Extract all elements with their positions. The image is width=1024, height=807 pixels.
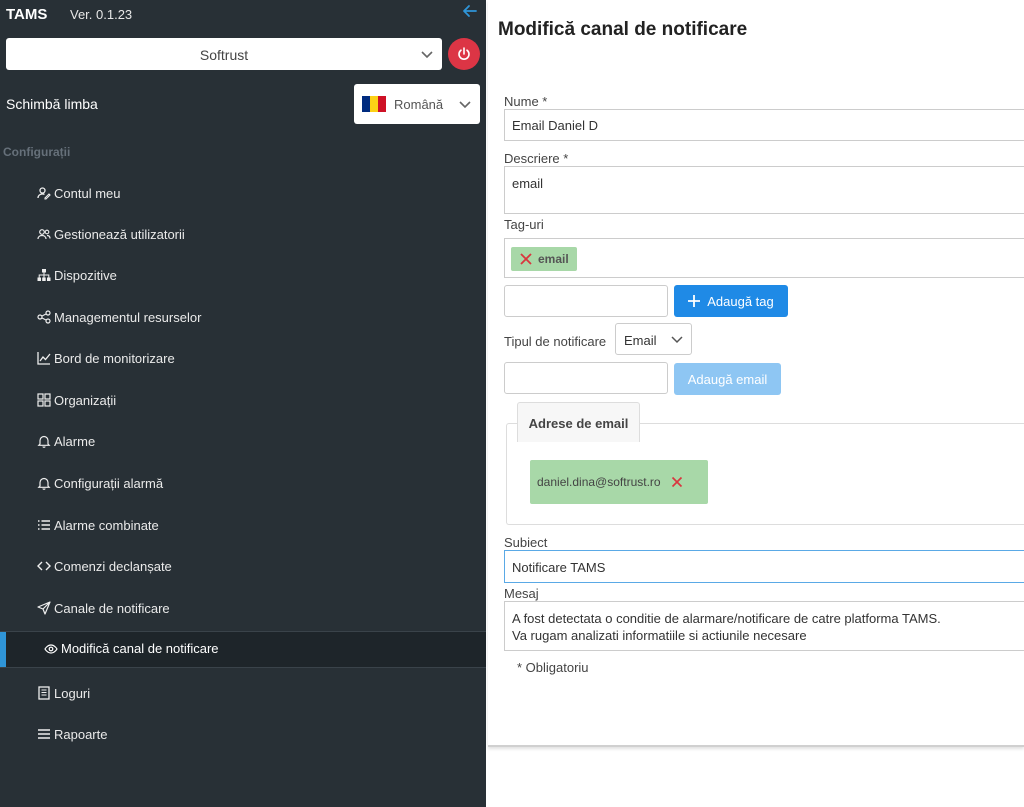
- sidebar-item-combined-alarms[interactable]: Alarme combinate: [37, 515, 159, 535]
- sidebar-item-manage-users[interactable]: Gestionează utilizatorii: [37, 224, 185, 244]
- sidebar-item-label: Organizații: [54, 392, 117, 408]
- sidebar-item-organizations[interactable]: Organizații: [37, 390, 116, 410]
- user-edit-icon: [37, 186, 51, 200]
- description-textarea[interactable]: email: [504, 166, 1024, 214]
- share-nodes-icon: [37, 310, 51, 324]
- chevron-down-icon: [671, 333, 683, 348]
- sidebar: TAMS Ver. 0.1.23 Softrust Schimbă limba …: [0, 0, 486, 807]
- sidebar-item-label: Comenzi declanșate: [54, 558, 172, 574]
- chart-line-icon: [37, 351, 51, 365]
- message-line: A fost detectata o conditie de alarmare/…: [512, 611, 941, 626]
- notification-type-select[interactable]: Email: [615, 323, 692, 355]
- add-email-label: Adaugă email: [687, 371, 768, 387]
- sidebar-item-triggered-commands[interactable]: Comenzi declanșate: [37, 556, 172, 576]
- description-label: Descriere *: [504, 151, 569, 166]
- sidebar-item-label: Dispozitive: [54, 267, 117, 283]
- active-indicator: [0, 632, 6, 667]
- email-address: daniel.dina@softrust.ro: [537, 475, 661, 489]
- add-email-button[interactable]: Adaugă email: [674, 363, 781, 395]
- message-label: Mesaj: [504, 586, 539, 601]
- users-icon: [37, 227, 51, 241]
- book-icon: [37, 686, 51, 700]
- sidebar-item-my-account[interactable]: Contul meu: [37, 183, 120, 203]
- app-version: Ver. 0.1.23: [70, 7, 133, 22]
- sidebar-item-label: Configurații alarmă: [54, 475, 164, 491]
- sitemap-icon: [37, 268, 51, 282]
- name-label: Nume *: [504, 94, 548, 109]
- sidebar-item-devices[interactable]: Dispozitive: [37, 265, 117, 285]
- sidebar-item-label: Rapoarte: [54, 726, 108, 742]
- message-textarea[interactable]: A fost detectata o conditie de alarmare/…: [504, 601, 1024, 651]
- send-icon: [37, 601, 51, 615]
- language-select[interactable]: Română: [354, 84, 480, 124]
- language-select-value: Română: [394, 97, 444, 112]
- sidebar-item-resources[interactable]: Managementul resurselor: [37, 307, 201, 327]
- collapse-sidebar-icon[interactable]: [461, 2, 479, 20]
- page-title: Modifică canal de notificare: [498, 19, 748, 40]
- notification-type-label: Tipul de notificare: [504, 334, 607, 349]
- code-icon: [37, 559, 51, 573]
- sidebar-item-logs[interactable]: Loguri: [37, 683, 90, 703]
- sidebar-item-label: Canale de notificare: [54, 600, 170, 616]
- add-tag-button[interactable]: Adaugă tag: [674, 285, 788, 317]
- remove-email-icon[interactable]: [671, 476, 683, 488]
- section-title-configurations: Configurații: [3, 145, 71, 159]
- power-icon: [458, 47, 470, 60]
- bell-icon: [37, 434, 51, 448]
- sidebar-item-dashboard[interactable]: Bord de monitorizare: [37, 348, 175, 368]
- sidebar-item-alarm-config[interactable]: Configurații alarmă: [37, 473, 163, 493]
- tag-label: email: [538, 252, 569, 266]
- language-label: Schimbă limba: [6, 96, 98, 112]
- tags-label: Tag-uri: [504, 217, 544, 232]
- subject-input[interactable]: Notificare TAMS: [504, 550, 1024, 583]
- plus-icon: [688, 295, 701, 307]
- email-chip: daniel.dina@softrust.ro: [530, 460, 708, 504]
- sidebar-item-label: Alarme: [54, 433, 96, 449]
- sidebar-item-label: Contul meu: [54, 185, 121, 201]
- chevron-down-icon: [458, 97, 472, 111]
- sidebar-item-alarms[interactable]: Alarme: [37, 431, 95, 451]
- sidebar-item-label: Bord de monitorizare: [54, 350, 175, 366]
- tag-chip: email: [511, 247, 577, 271]
- bell-icon: [37, 476, 51, 490]
- new-tag-input[interactable]: [504, 285, 668, 317]
- sidebar-item-edit-notification-channel[interactable]: Modifică canal de notificare: [0, 631, 486, 668]
- new-email-input[interactable]: [504, 362, 668, 394]
- grid-icon: [37, 393, 51, 407]
- sidebar-item-label: Managementul resurselor: [54, 309, 202, 325]
- message-line: Va rugam analizati informatiile si actiu…: [512, 628, 807, 643]
- sidebar-item-notification-channels[interactable]: Canale de notificare: [37, 598, 170, 618]
- sidebar-item-label: Gestionează utilizatorii: [54, 226, 185, 242]
- organization-select-value: Softrust: [199, 47, 249, 63]
- eye-icon: [44, 642, 58, 656]
- notification-type-value: Email: [624, 333, 657, 348]
- tab-email-addresses[interactable]: Adrese de email: [517, 402, 640, 442]
- form-card: Modifică canal de notificare Nume * Emai…: [488, 0, 1024, 747]
- chevron-down-icon: [420, 47, 434, 61]
- sidebar-item-label: Loguri: [54, 685, 91, 701]
- sidebar-item-label: Modifică canal de notificare: [61, 641, 219, 656]
- tags-container: email: [504, 238, 1024, 278]
- list-icon: [37, 518, 51, 532]
- sidebar-item-reports[interactable]: Rapoarte: [37, 724, 107, 744]
- remove-tag-icon[interactable]: [519, 252, 533, 266]
- sidebar-item-label: Alarme combinate: [54, 517, 159, 533]
- menu-icon: [37, 727, 51, 741]
- add-tag-label: Adaugă tag: [707, 293, 774, 309]
- romania-flag-icon: [362, 96, 386, 112]
- subject-label: Subiect: [504, 535, 548, 550]
- app-title: TAMS: [6, 6, 48, 23]
- main-content: Modifică canal de notificare Nume * Emai…: [486, 0, 1024, 807]
- required-note: * Obligatoriu: [517, 660, 589, 675]
- organization-select[interactable]: Softrust: [6, 38, 442, 70]
- name-input[interactable]: Email Daniel D: [504, 109, 1024, 141]
- logout-button[interactable]: [448, 38, 480, 70]
